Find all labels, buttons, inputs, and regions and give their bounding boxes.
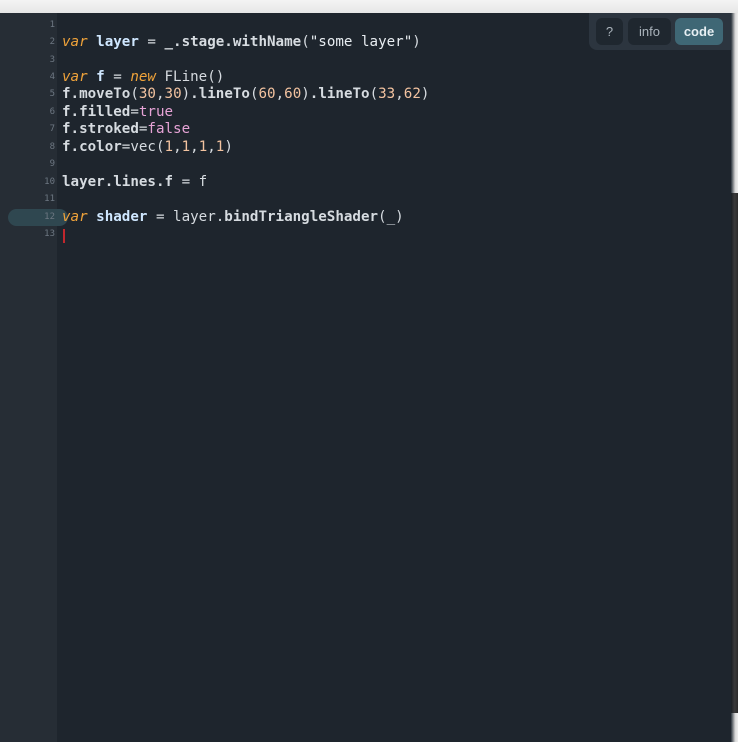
code-line[interactable]: 3 — [0, 52, 731, 69]
code-token: (_) — [378, 209, 404, 225]
code-token: 1 — [164, 139, 174, 155]
code-token: .lineTo — [309, 86, 370, 102]
scrollbar-track[interactable] — [731, 193, 738, 713]
code-token: = — [138, 34, 165, 50]
code-token: , — [190, 139, 199, 155]
line-number: 1 — [49, 20, 55, 30]
line-number: 2 — [49, 37, 55, 47]
code-token: shader — [96, 209, 148, 225]
line-number: 5 — [49, 89, 55, 99]
line-number: 9 — [49, 159, 55, 169]
code-token: ( — [301, 34, 310, 50]
code-token: ( — [130, 86, 139, 102]
code-token: layer. — [173, 209, 225, 225]
text-cursor — [63, 229, 65, 243]
code-text: var shader = layer.bindTriangleShader(_) — [62, 209, 404, 226]
code-line[interactable]: 12 var shader = layer.bindTriangleShader(… — [0, 209, 731, 226]
code-text: f.moveTo(30,30).lineTo(60,60).lineTo(33,… — [62, 86, 429, 103]
code-line[interactable]: 4 var f = new FLine() — [0, 69, 731, 86]
code-line[interactable]: 5 f.moveTo(30,30).lineTo(60,60).lineTo(33… — [0, 86, 731, 103]
code-token: var — [62, 69, 97, 85]
code-text: f.stroked=false — [62, 121, 190, 138]
code-token: = — [104, 69, 131, 85]
code-token: "some layer" — [309, 34, 413, 50]
code-token: f.filled — [62, 104, 131, 120]
code-token: = f — [173, 174, 208, 190]
code-token: , — [207, 139, 216, 155]
code-token: 60 — [258, 86, 276, 102]
code-token: =vec( — [121, 139, 165, 155]
code-token: new — [130, 69, 165, 85]
line-number: 4 — [49, 72, 55, 82]
code-token: _.stage.withName — [164, 34, 302, 50]
code-token: ) — [224, 139, 233, 155]
info-button[interactable]: info — [628, 18, 671, 45]
code-token: , — [395, 86, 404, 102]
code-line[interactable]: 10 layer.lines.f = f — [0, 174, 731, 191]
line-number: 12 — [44, 212, 55, 222]
line-number: 6 — [49, 107, 55, 117]
code-token: = — [147, 209, 174, 225]
help-button[interactable]: ? — [596, 18, 623, 45]
code-token: f.moveTo — [62, 86, 131, 102]
code-token: FLine() — [164, 69, 225, 85]
code-token: layer — [96, 34, 139, 50]
mode-toolbar: ? info code — [589, 13, 731, 50]
code-token: 1 — [181, 139, 191, 155]
window-right-edge — [731, 13, 738, 742]
code-token: 33 — [378, 86, 396, 102]
code-token: false — [147, 121, 191, 137]
code-token: var — [62, 34, 97, 50]
code-text: layer.lines.f = f — [62, 174, 207, 191]
code-text: var f = new FLine() — [62, 69, 224, 86]
code-token: 60 — [284, 86, 302, 102]
code-text: var layer = _.stage.withName("some layer… — [62, 34, 421, 51]
code-token: bindTriangleShader — [224, 209, 379, 225]
code-token: layer.lines.f — [62, 174, 174, 190]
code-line[interactable]: 6 f.filled=true — [0, 104, 731, 121]
code-token: 30 — [138, 86, 156, 102]
code-token: .lineTo — [190, 86, 250, 102]
code-token: 62 — [403, 86, 421, 102]
line-number: 8 — [49, 142, 55, 152]
code-token: , — [173, 139, 182, 155]
code-text: f.color=vec(1,1,1,1) — [62, 139, 233, 156]
line-number: 13 — [44, 229, 55, 239]
code-token: f.stroked — [62, 121, 139, 137]
code-line[interactable]: 9 — [0, 156, 731, 173]
code-text: f.filled=true — [62, 104, 173, 121]
code-token: 30 — [164, 86, 182, 102]
code-token: , — [275, 86, 285, 102]
line-number: 11 — [44, 194, 55, 204]
code-token: , — [155, 86, 165, 102]
code-token: ( — [249, 86, 259, 102]
line-number: 7 — [49, 124, 55, 134]
window-top-bar — [0, 0, 738, 14]
line-number: 3 — [49, 55, 55, 65]
code-line[interactable]: 8 f.color=vec(1,1,1,1) — [0, 139, 731, 156]
code-line[interactable]: 11 — [0, 191, 731, 208]
code-token: ) — [181, 86, 191, 102]
code-button[interactable]: code — [675, 18, 723, 45]
code-token: ) — [412, 34, 421, 50]
code-token: 1 — [198, 139, 208, 155]
code-token: var — [62, 209, 97, 225]
code-line[interactable]: 7 f.stroked=false — [0, 121, 731, 138]
code-token: f — [96, 69, 105, 85]
code-token: ) — [301, 86, 310, 102]
code-token: true — [138, 104, 174, 120]
code-token: ) — [420, 86, 430, 102]
code-line[interactable]: 13 — [0, 226, 731, 243]
line-number: 10 — [44, 177, 55, 187]
code-token: ( — [369, 86, 379, 102]
code-token: f.color — [62, 139, 122, 155]
code-token: = — [130, 104, 139, 120]
